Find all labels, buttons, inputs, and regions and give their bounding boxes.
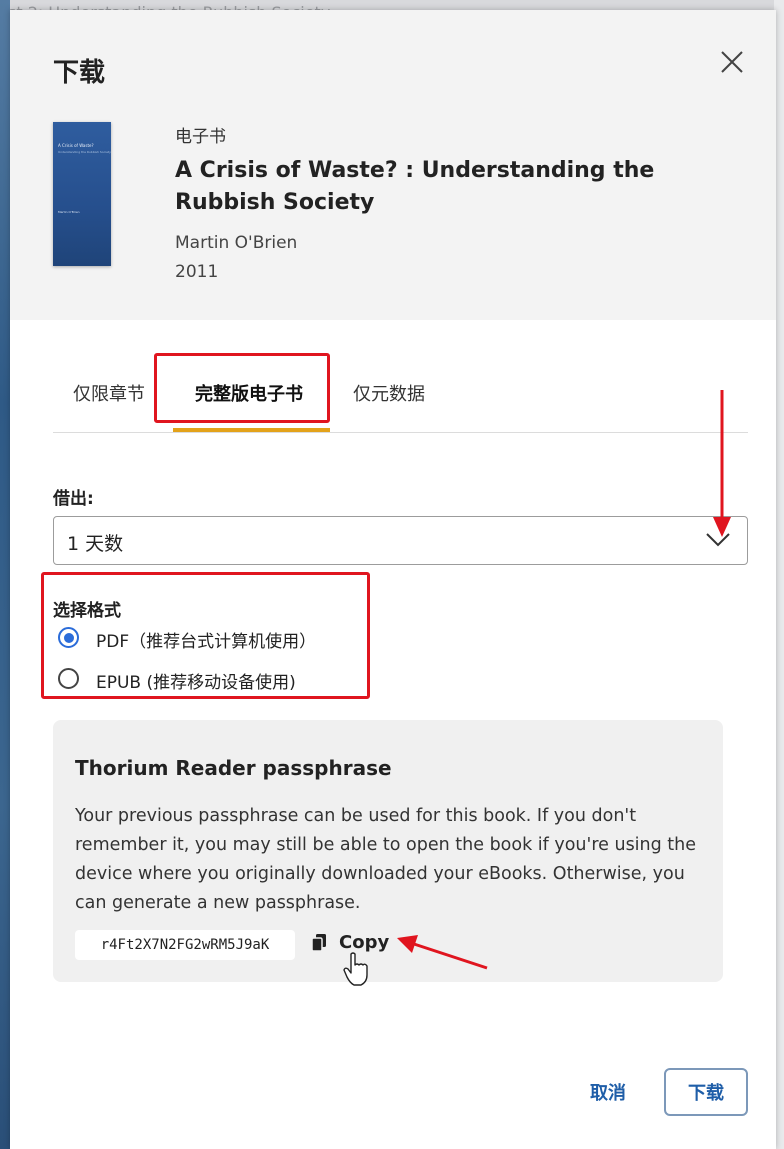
passphrase-panel: Thorium Reader passphrase Your previous … — [53, 720, 723, 986]
cover-subtitle: Understanding the Rubbish Society — [58, 150, 111, 154]
loan-period-select[interactable]: 1 天数 — [53, 516, 748, 565]
book-author: Martin O'Brien — [175, 233, 298, 253]
passphrase-description: Your previous passphrase can be used for… — [75, 806, 697, 913]
book-year: 2011 — [175, 262, 219, 282]
tab-chapter-only[interactable]: 仅限章节 — [73, 380, 145, 406]
copy-label: Copy — [339, 932, 390, 953]
cover-author: Martin O'Brien — [58, 210, 80, 214]
close-icon — [721, 51, 743, 73]
cancel-button[interactable]: 取消 — [570, 1068, 646, 1116]
loan-period-value: 1 天数 — [67, 533, 124, 555]
chevron-down-icon — [706, 533, 730, 547]
loan-label: 借出: — [53, 489, 94, 509]
copy-icon — [311, 934, 326, 952]
annotation-box-full-ebook — [154, 353, 330, 423]
passphrase-code[interactable]: r4Ft2X7N2FG2wRM5J9aK — [75, 930, 295, 960]
book-title: A Crisis of Waste? : Understanding the R… — [175, 158, 655, 215]
passphrase-title: Thorium Reader passphrase — [75, 756, 392, 780]
hand-cursor-icon — [343, 952, 368, 986]
book-cover: A Crisis of Waste? Understanding the Rub… — [53, 122, 111, 266]
cover-title: A Crisis of Waste? — [58, 143, 94, 148]
dialog-title: 下载 — [53, 58, 106, 88]
dialog-header: 下载 A Crisis of Waste? Understanding the … — [10, 10, 776, 320]
download-button[interactable]: 下载 — [664, 1068, 748, 1116]
close-button[interactable] — [716, 46, 748, 78]
annotation-box-format — [41, 572, 370, 699]
book-type: 电子书 — [175, 127, 226, 147]
background-page-strip — [0, 0, 10, 1149]
active-tab-indicator — [173, 428, 330, 432]
tab-metadata-only[interactable]: 仅元数据 — [353, 380, 425, 406]
